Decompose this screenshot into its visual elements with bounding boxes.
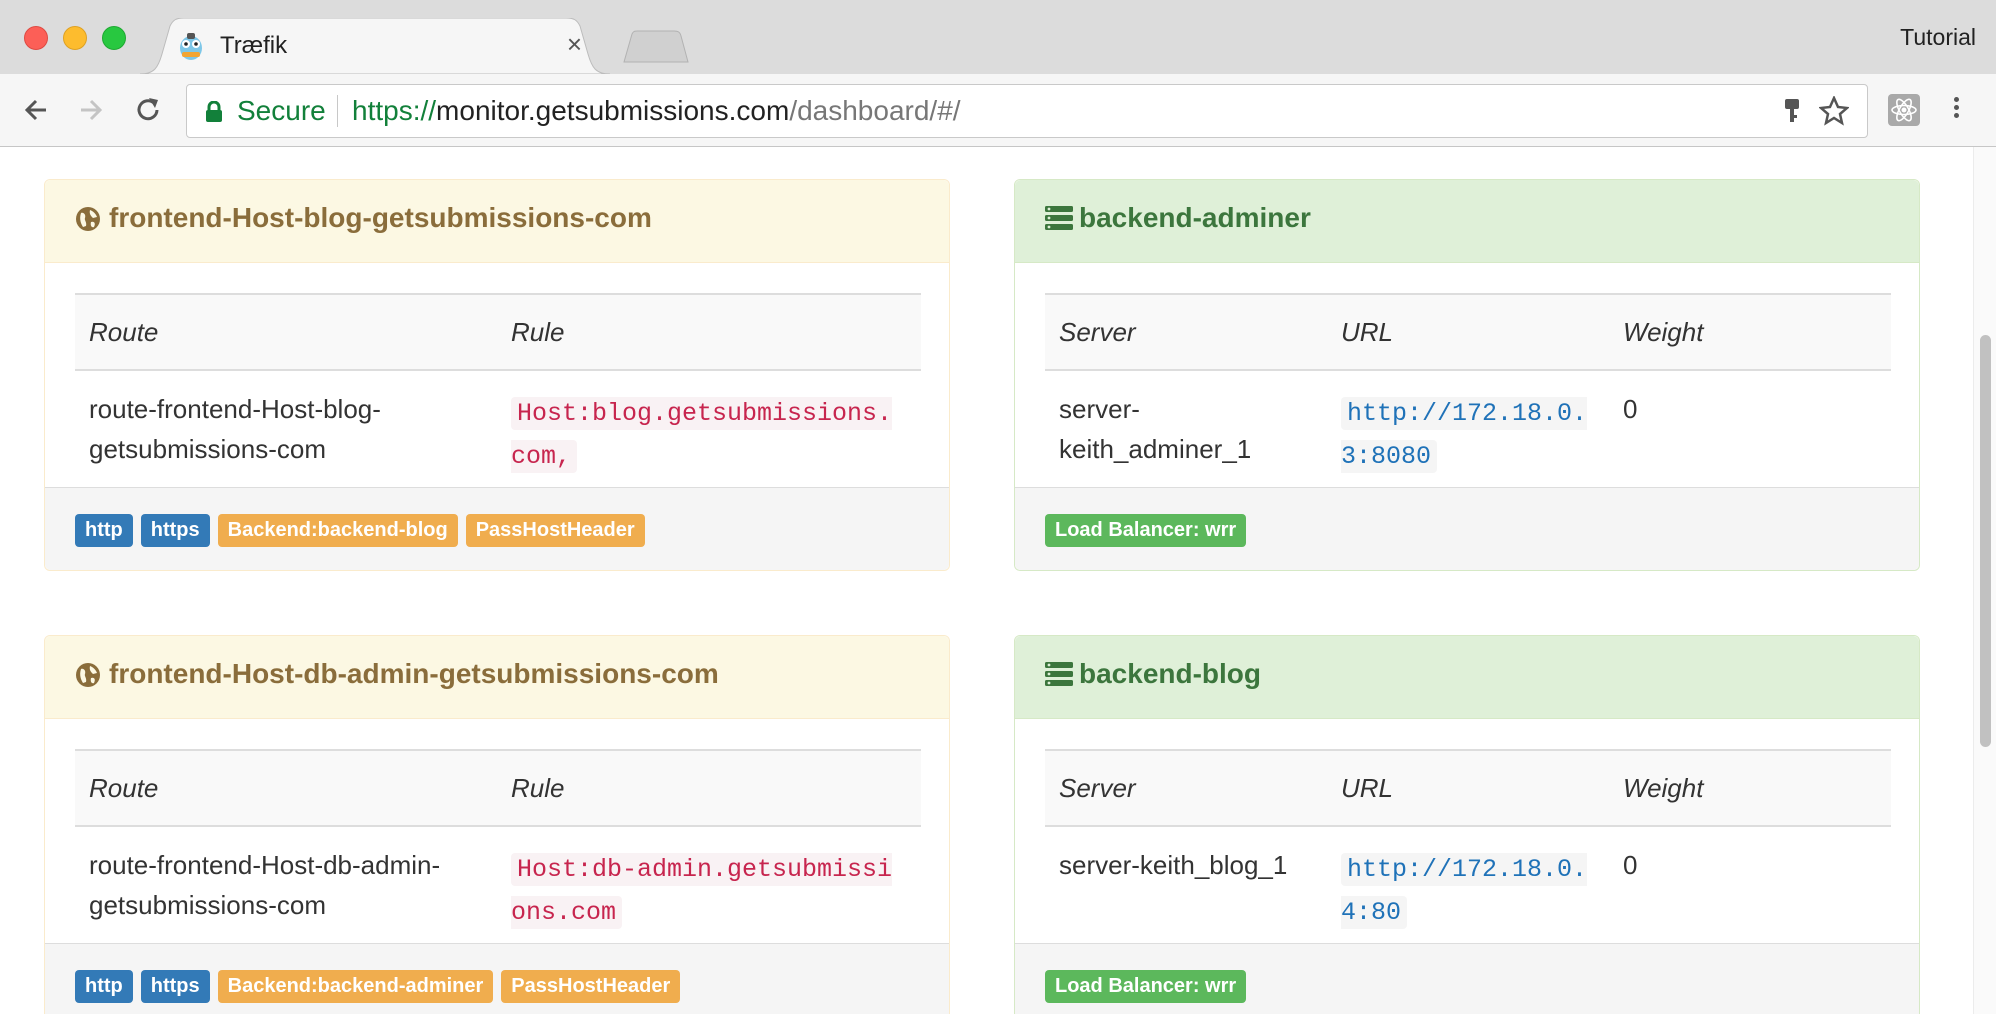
- routes-table: Route Rule route-frontend-Host-blog-gets…: [75, 293, 921, 477]
- minimize-window-button[interactable]: [63, 26, 87, 50]
- passhostheader-label: PassHostHeader: [501, 970, 681, 1003]
- page-content: frontend-Host-blog-getsubmissions-com Ro…: [0, 147, 1996, 1014]
- server-icon: [1045, 206, 1073, 235]
- column-header-server: Server: [1045, 293, 1327, 371]
- backend-panel: backend-blog Server URL Weight server-ke…: [1014, 635, 1920, 1014]
- react-devtools-icon[interactable]: [1888, 94, 1920, 126]
- close-window-button[interactable]: [24, 26, 48, 50]
- globe-icon: [75, 662, 101, 693]
- frontend-panel: frontend-Host-db-admin-getsubmissions-co…: [44, 635, 950, 1014]
- frontend-panel-header: frontend-Host-blog-getsubmissions-com: [45, 180, 949, 263]
- frontend-panel: frontend-Host-blog-getsubmissions-com Ro…: [44, 179, 950, 571]
- load-balancer-label: Load Balancer: wrr: [1045, 970, 1247, 1003]
- profile-name[interactable]: Tutorial: [1900, 24, 1976, 51]
- weight-cell: 0: [1623, 850, 1638, 880]
- servers-table: Server URL Weight server-keith_adminer_1…: [1045, 293, 1891, 477]
- scrollbar-thumb[interactable]: [1980, 335, 1991, 747]
- column-header-route: Route: [75, 293, 497, 371]
- bookmark-star-icon[interactable]: [1818, 94, 1850, 131]
- frontend-panel-header: frontend-Host-db-admin-getsubmissions-co…: [45, 636, 949, 719]
- new-tab-button[interactable]: [620, 30, 690, 69]
- tab-bar: Træfik × Tutorial: [0, 0, 1996, 74]
- server-url-link[interactable]: http://172.18.0.4:80: [1341, 853, 1588, 929]
- column-header-route: Route: [75, 749, 497, 827]
- url-host: monitor.getsubmissions.com: [436, 95, 790, 126]
- browser-tab[interactable]: Træfik ×: [140, 18, 610, 74]
- browser-toolbar: Secure https://monitor.getsubmissions.co…: [0, 74, 1996, 147]
- key-icon[interactable]: [1783, 98, 1801, 131]
- passhostheader-label: PassHostHeader: [465, 514, 645, 547]
- route-cell: route-frontend-Host-db-admin-getsubmissi…: [89, 850, 441, 920]
- page-scrollbar[interactable]: [1973, 147, 1996, 1014]
- server-url-link[interactable]: http://172.18.0.3:8080: [1341, 397, 1588, 473]
- frontend-title: frontend-Host-db-admin-getsubmissions-co…: [109, 658, 719, 689]
- frontend-panel-footer: http https Backend:backend-blog PassHost…: [45, 487, 949, 570]
- backend-title: backend-blog: [1079, 658, 1262, 689]
- forward-arrow-icon[interactable]: [75, 94, 107, 126]
- table-row: server-keith_blog_1 http://172.18.0.4:80…: [1045, 826, 1891, 933]
- server-cell: server-keith_adminer_1: [1059, 394, 1252, 464]
- servers-table: Server URL Weight server-keith_blog_1 ht…: [1045, 749, 1891, 933]
- url-path: /dashboard/#/: [789, 95, 961, 126]
- rule-code: Host:blog.getsubmissions.com,: [511, 397, 893, 473]
- server-cell: server-keith_blog_1: [1059, 850, 1288, 880]
- backend-panel-footer: Load Balancer: wrr: [1015, 487, 1919, 570]
- column-header-server: Server: [1045, 749, 1327, 827]
- frontend-title: frontend-Host-blog-getsubmissions-com: [109, 202, 652, 233]
- server-icon: [1045, 662, 1073, 691]
- globe-icon: [75, 206, 101, 237]
- reload-icon[interactable]: [132, 94, 164, 126]
- backend-label: Backend:backend-blog: [217, 514, 458, 547]
- load-balancer-label: Load Balancer: wrr: [1045, 514, 1247, 547]
- routes-table: Route Rule route-frontend-Host-db-admin-…: [75, 749, 921, 933]
- maximize-window-button[interactable]: [102, 26, 126, 50]
- entrypoint-label-http: http: [75, 514, 133, 547]
- back-arrow-icon[interactable]: [20, 94, 52, 126]
- backend-panel-header: backend-adminer: [1015, 180, 1919, 263]
- backend-title: backend-adminer: [1079, 202, 1311, 233]
- lock-icon: [205, 100, 223, 128]
- table-row: route-frontend-Host-db-admin-getsubmissi…: [75, 826, 921, 933]
- entrypoint-label-http: http: [75, 970, 133, 1003]
- secure-label: Secure: [237, 95, 326, 126]
- url-scheme: https://: [352, 95, 437, 126]
- backend-panel-header: backend-blog: [1015, 636, 1919, 719]
- more-menu-icon[interactable]: [1948, 94, 1964, 126]
- rule-code: Host:db-admin.getsubmissions.com: [511, 853, 893, 929]
- address-separator: [337, 95, 338, 127]
- column-header-weight: Weight: [1609, 293, 1891, 371]
- column-header-url: URL: [1327, 749, 1609, 827]
- weight-cell: 0: [1623, 394, 1638, 424]
- column-header-rule: Rule: [497, 749, 921, 827]
- table-row: route-frontend-Host-blog-getsubmissions-…: [75, 370, 921, 477]
- entrypoint-label-https: https: [140, 970, 210, 1003]
- table-row: server-keith_adminer_1 http://172.18.0.3…: [1045, 370, 1891, 477]
- traefik-logo-icon: [176, 30, 206, 62]
- tab-close-icon[interactable]: ×: [567, 30, 582, 58]
- tab-title: Træfik: [220, 32, 288, 59]
- entrypoint-label-https: https: [140, 514, 210, 547]
- backend-panel: backend-adminer Server URL Weight server…: [1014, 179, 1920, 571]
- url-text[interactable]: https://monitor.getsubmissions.com/dashb…: [352, 95, 961, 127]
- backend-panel-footer: Load Balancer: wrr: [1015, 943, 1919, 1014]
- route-cell: route-frontend-Host-blog-getsubmissions-…: [89, 394, 381, 464]
- column-header-rule: Rule: [497, 293, 921, 371]
- backend-label: Backend:backend-adminer: [217, 970, 494, 1003]
- address-bar[interactable]: Secure https://monitor.getsubmissions.co…: [186, 84, 1868, 138]
- column-header-url: URL: [1327, 293, 1609, 371]
- column-header-weight: Weight: [1609, 749, 1891, 827]
- frontend-panel-footer: http https Backend:backend-adminer PassH…: [45, 943, 949, 1014]
